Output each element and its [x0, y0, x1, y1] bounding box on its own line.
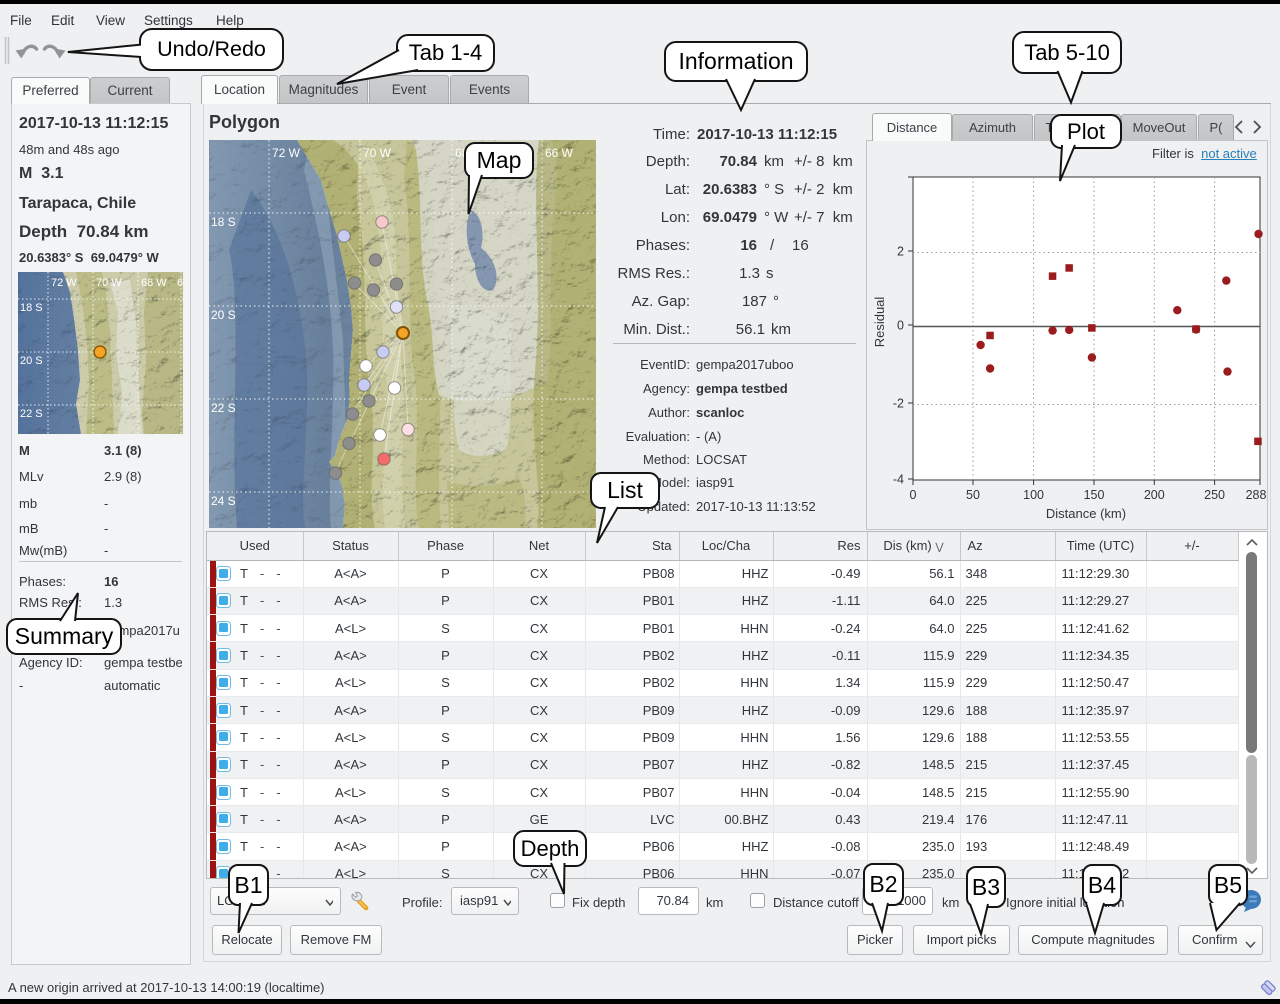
svg-text:0: 0 [897, 319, 904, 333]
svg-text:18 S: 18 S [20, 302, 43, 314]
svg-text:70 W: 70 W [96, 277, 122, 289]
svg-text:6: 6 [177, 277, 183, 289]
svg-text:Distance (km): Distance (km) [1046, 506, 1126, 521]
svg-text:-4: -4 [893, 473, 904, 487]
svg-text:24 S: 24 S [211, 494, 236, 508]
svg-text:72 W: 72 W [51, 277, 77, 289]
svg-text:66 W: 66 W [545, 146, 574, 160]
svg-text:150: 150 [1084, 488, 1105, 502]
svg-text:200: 200 [1144, 488, 1165, 502]
svg-text:288: 288 [1246, 488, 1267, 502]
svg-text:2: 2 [897, 245, 904, 259]
svg-text:100: 100 [1023, 488, 1044, 502]
svg-text:68 W: 68 W [141, 277, 167, 289]
svg-text:72 W: 72 W [272, 146, 301, 160]
svg-text:18 S: 18 S [211, 215, 236, 229]
svg-text:250: 250 [1204, 488, 1225, 502]
svg-text:22 S: 22 S [20, 408, 43, 420]
svg-text:50: 50 [966, 488, 980, 502]
svg-text:70 W: 70 W [363, 146, 392, 160]
svg-text:-2: -2 [893, 397, 904, 411]
svg-text:0: 0 [910, 488, 917, 502]
svg-text:Residual: Residual [872, 297, 887, 348]
svg-text:20 S: 20 S [20, 355, 43, 367]
svg-text:22 S: 22 S [211, 401, 236, 415]
svg-text:20 S: 20 S [211, 308, 236, 322]
